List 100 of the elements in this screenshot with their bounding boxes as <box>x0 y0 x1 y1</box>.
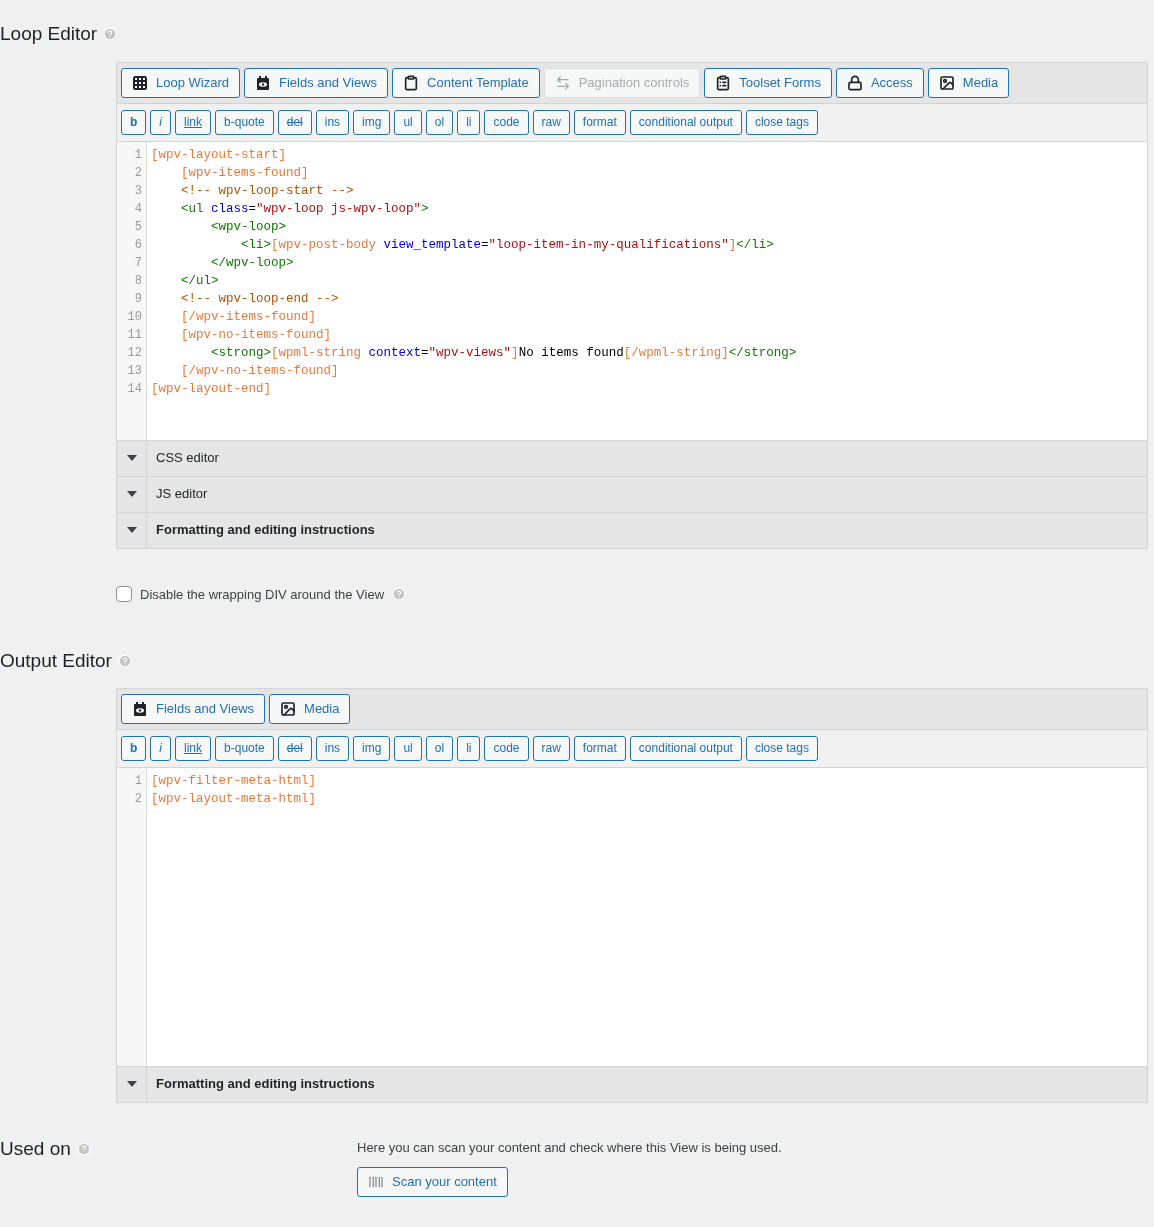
calendar-eye-icon <box>132 700 148 717</box>
lock-icon <box>846 74 863 91</box>
code-line: </ul> <box>180 272 220 290</box>
format-button[interactable]: ul <box>394 735 422 761</box>
code-line: [wpv-filter-meta-html] <box>151 772 318 790</box>
section-title: Used on <box>0 1136 71 1161</box>
line-number: 3 <box>133 182 143 200</box>
format-button[interactable]: ul <box>394 109 422 135</box>
help-icon <box>103 27 118 42</box>
clipboard-icon <box>403 74 420 91</box>
format-button[interactable]: format <box>573 109 626 135</box>
format-button[interactable]: b <box>121 735 147 761</box>
line-number: 11 <box>126 326 143 344</box>
arrows-icon <box>554 74 571 91</box>
code-line: <wpv-loop> <box>210 218 288 236</box>
line-number: 8 <box>133 272 143 290</box>
help-icon <box>117 654 132 669</box>
format-button[interactable]: del <box>277 735 312 761</box>
scan-button[interactable]: Scan your content <box>357 1167 508 1197</box>
section-title: Loop Editor <box>0 22 98 46</box>
grid-icon <box>132 74 148 91</box>
media-button[interactable]: Media <box>927 67 1010 98</box>
media-button[interactable]: Media <box>269 693 351 724</box>
calendar-eye-icon <box>255 74 271 91</box>
code-line: <li>[wpv-post-body view_template="loop-item-in-my-qualifications"]</li> <box>240 236 775 254</box>
code-line: [wpv-no-items-found] <box>180 326 333 344</box>
format-button[interactable]: format <box>573 735 626 761</box>
panel-title: Formatting and editing instructions <box>155 1075 375 1094</box>
format-button[interactable]: li <box>457 109 481 135</box>
media-button[interactable]: Fields and Views <box>121 693 266 724</box>
line-number: 9 <box>133 290 143 308</box>
format-button[interactable]: del <box>277 109 312 135</box>
format-button[interactable]: link <box>175 109 212 135</box>
panel-title: CSS editor <box>155 449 219 468</box>
code-line: <!-- wpv-loop-end --> <box>180 290 340 308</box>
code-line: <ul class="wpv-loop js-wpv-loop"> <box>180 200 430 218</box>
line-number: 2 <box>133 790 143 808</box>
panel-title: JS editor <box>155 485 208 504</box>
code-line: [wpv-layout-start] <box>151 146 288 164</box>
code-line: [wpv-layout-end] <box>151 380 273 398</box>
format-button[interactable]: raw <box>532 735 570 761</box>
panel-title: Formatting and editing instructions <box>155 521 375 540</box>
format-button[interactable]: li <box>457 735 481 761</box>
code-line: [/wpv-items-found] <box>180 308 318 326</box>
code-line: [wpv-items-found] <box>180 164 310 182</box>
image-icon <box>938 74 955 91</box>
format-button[interactable]: img <box>353 735 391 761</box>
line-number: 2 <box>133 164 143 182</box>
format-button[interactable]: img <box>353 109 391 135</box>
line-number: 7 <box>133 254 143 272</box>
line-number: 14 <box>126 380 143 398</box>
help-icon <box>392 587 407 602</box>
format-button[interactable]: ol <box>425 109 454 135</box>
format-button[interactable]: conditional output <box>629 109 742 135</box>
collapsible-panel[interactable]: CSS editor <box>117 439 1147 476</box>
caret-icon <box>126 1081 137 1087</box>
format-button[interactable]: ol <box>425 735 454 761</box>
format-button[interactable]: b-quote <box>215 735 274 761</box>
description-text: Here you can scan your content and check where this View is being used. <box>357 1138 782 1157</box>
media-button[interactable]: Toolset Forms <box>704 67 832 98</box>
line-number: 12 <box>126 344 143 362</box>
line-number: 10 <box>126 308 143 326</box>
format-button[interactable]: b-quote <box>215 109 274 135</box>
format-button[interactable]: i <box>150 735 171 761</box>
media-button[interactable]: Access <box>835 67 924 98</box>
code-line: <!-- wpv-loop-start --> <box>180 182 355 200</box>
format-button[interactable]: close tags <box>745 109 818 135</box>
line-number: 4 <box>133 200 143 218</box>
format-button[interactable]: i <box>150 109 171 135</box>
format-button[interactable]: ins <box>315 109 350 135</box>
line-number: 6 <box>133 236 143 254</box>
code-line: [/wpv-no-items-found] <box>180 362 340 380</box>
collapsible-panel[interactable]: JS editor <box>117 475 1147 512</box>
line-number: 1 <box>133 772 143 790</box>
code-line: <strong>[wpml-string context="wpv-views"]No items found[/wpml-string]</strong> <box>210 344 798 362</box>
image-icon <box>280 700 297 717</box>
format-button[interactable]: code <box>484 109 529 135</box>
code-line: </wpv-loop> <box>210 254 295 272</box>
clipboard-list-icon <box>715 74 732 91</box>
media-button[interactable]: Fields and Views <box>244 67 389 98</box>
line-number: 13 <box>126 362 143 380</box>
code-line: [wpv-layout-meta-html] <box>151 790 318 808</box>
collapsible-panel[interactable]: Formatting and editing instructions <box>117 1065 1147 1102</box>
format-button[interactable]: code <box>484 735 529 761</box>
format-button[interactable]: conditional output <box>629 735 742 761</box>
checkbox[interactable] <box>116 586 132 603</box>
format-button[interactable]: raw <box>532 109 570 135</box>
line-number: 5 <box>133 218 143 236</box>
caret-icon <box>126 455 137 461</box>
line-number: 1 <box>133 146 143 164</box>
caret-icon <box>126 491 137 497</box>
collapsible-panel[interactable]: Formatting and editing instructions <box>117 511 1147 548</box>
format-button[interactable]: ins <box>315 735 350 761</box>
format-button[interactable]: link <box>175 735 212 761</box>
barcode-icon <box>368 1174 384 1190</box>
format-button[interactable]: b <box>121 109 147 135</box>
help-icon <box>76 1141 91 1156</box>
media-button[interactable]: Loop Wizard <box>121 67 240 98</box>
media-button[interactable]: Content Template <box>392 67 540 98</box>
format-button[interactable]: close tags <box>745 735 818 761</box>
